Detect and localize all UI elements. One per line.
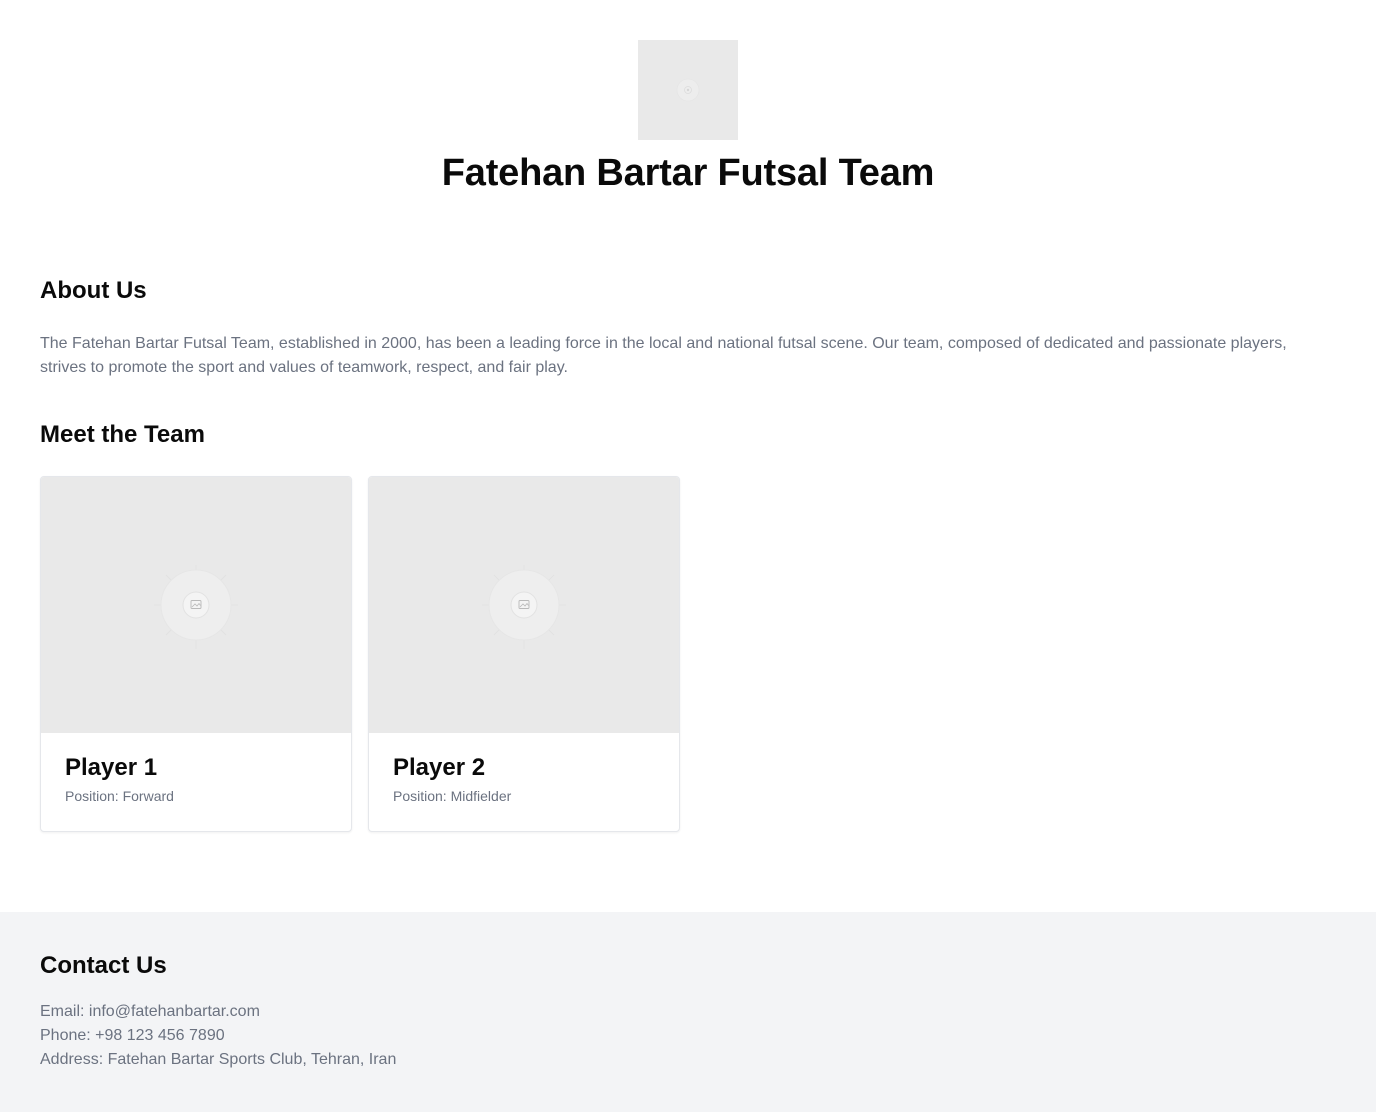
contact-footer: Contact Us Email: info@fatehanbartar.com… <box>0 912 1376 1112</box>
player-position: Position: Midfielder <box>393 788 512 804</box>
team-logo <box>638 40 738 140</box>
about-text: The Fatehan Bartar Futsal Team, establis… <box>40 335 1287 376</box>
player-position: Position: Forward <box>65 788 174 804</box>
contact-email: Email: info@fatehanbartar.com <box>40 1003 260 1020</box>
page-title: Fatehan Bartar Futsal Team <box>441 152 935 194</box>
page: Fatehan Bartar Futsal Team About Us The … <box>0 0 1376 1112</box>
player-card: Player 2 Position: Midfielder <box>368 476 680 832</box>
player-card: Player 1 Position: Forward <box>40 476 352 832</box>
player-photo <box>369 477 679 733</box>
about-heading: About Us <box>40 277 147 304</box>
player-photo <box>41 477 351 733</box>
contact-heading: Contact Us <box>40 952 167 979</box>
site-header: Fatehan Bartar Futsal Team <box>0 0 1376 240</box>
contact-address: Address: Fatehan Bartar Sports Club, Teh… <box>40 1051 397 1068</box>
player-name: Player 1 <box>65 754 158 781</box>
player-name: Player 2 <box>393 754 486 781</box>
team-heading: Meet the Team <box>40 421 205 448</box>
image-placeholder-icon <box>676 78 700 102</box>
image-placeholder-icon <box>482 565 566 649</box>
image-placeholder-icon <box>154 565 238 649</box>
contact-phone: Phone: +98 123 456 7890 <box>40 1027 225 1044</box>
